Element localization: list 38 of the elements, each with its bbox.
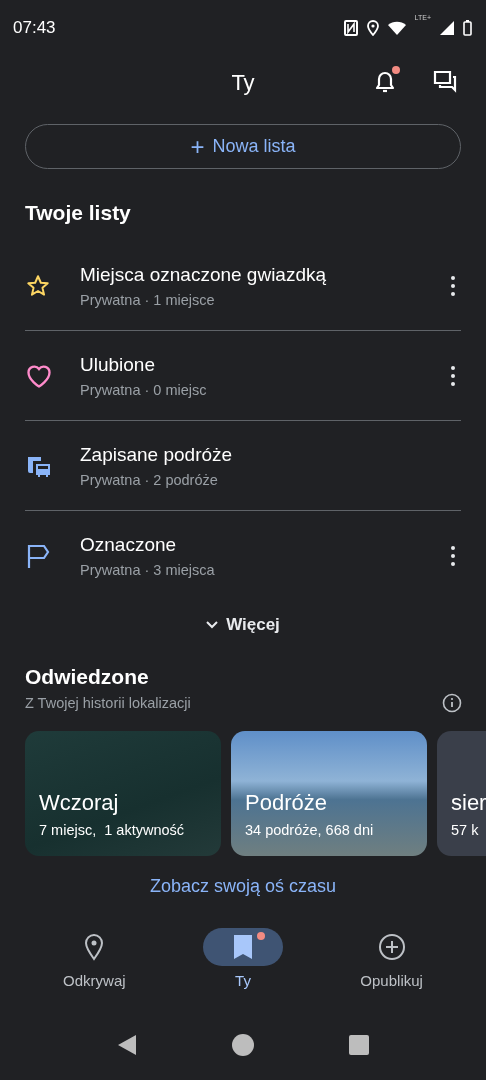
heart-icon [25, 362, 53, 389]
timeline-link[interactable]: Zobacz swoją oś czasu [149, 876, 337, 897]
photo-card[interactable]: Podróże 34 podróże, 668 dni [231, 731, 427, 856]
home-icon[interactable] [232, 1034, 254, 1056]
back-icon[interactable] [117, 1034, 138, 1056]
map-card[interactable]: Wczoraj 7 miejsc, 1 aktywność [25, 731, 221, 856]
list-details: Prywatna · 2 podróże [80, 471, 219, 488]
more-button[interactable]: Więcej [200, 605, 286, 645]
bookmark-icon [233, 934, 253, 960]
nav-tab[interactable]: Odkrywaj [34, 927, 155, 990]
section-heading: Odwiedzone [24, 664, 150, 689]
battery-icon [463, 20, 472, 36]
nfc-icon [343, 20, 358, 36]
chevron-down-icon [206, 621, 219, 629]
list-details: Prywatna · 0 miejsc [80, 381, 208, 398]
section-subtitle: Z Twojej historii lokalizacji [25, 695, 191, 711]
page-title: Ty [231, 70, 255, 96]
add-circle-icon [377, 933, 406, 961]
section-heading: Twoje listy [24, 200, 132, 225]
signal-icon [440, 21, 454, 35]
list-details: Prywatna · 1 miejsce [80, 291, 216, 308]
wifi-icon [387, 21, 406, 35]
list-title[interactable]: Miejsca oznaczone gwiazdką [80, 263, 445, 286]
list-title[interactable]: Ulubione [80, 353, 445, 376]
location-icon [366, 20, 379, 36]
info-icon[interactable] [442, 693, 462, 713]
trip-card[interactable]: sier 57 k [437, 731, 486, 856]
star-icon [25, 272, 51, 299]
status-time: 07:43 [13, 18, 56, 38]
list-title[interactable]: Zapisane podróże [80, 443, 461, 466]
list-details: Prywatna · 3 miejsca [80, 562, 216, 578]
list-title[interactable]: Oznaczone [80, 534, 445, 556]
flag-icon [25, 542, 51, 570]
nav-tab[interactable]: Opublikuj [331, 927, 452, 990]
recents-icon[interactable] [348, 1035, 369, 1055]
messages-icon[interactable] [432, 68, 458, 94]
nav-tab[interactable]: Ty [183, 927, 303, 990]
location-pin-icon [83, 933, 106, 961]
